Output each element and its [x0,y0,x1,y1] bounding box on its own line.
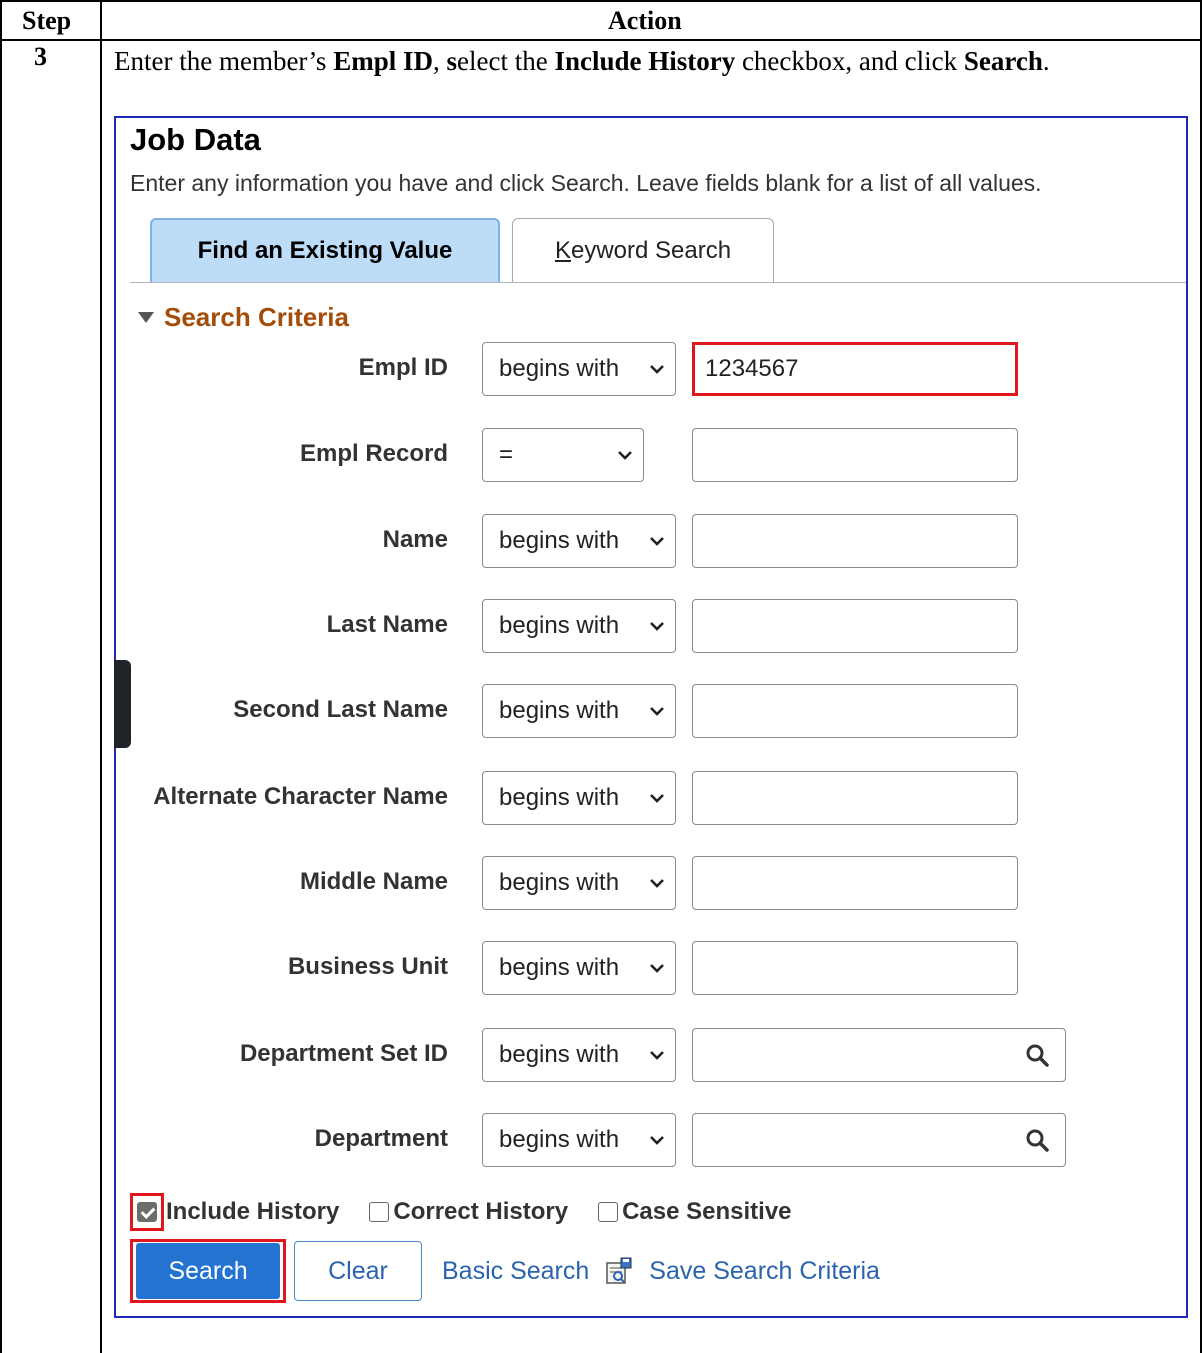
operator-select[interactable]: = [482,428,644,482]
side-panel-handle[interactable] [114,660,131,748]
action-header: Action [608,6,682,35]
case-sensitive-label: Case Sensitive [622,1198,792,1225]
business-unit-input[interactable] [692,941,1018,995]
chevron-down-icon [650,879,664,888]
search-button-highlight: Search [130,1239,286,1303]
operator-select[interactable]: begins with [482,1113,676,1167]
operator-select[interactable]: begins with [482,514,676,568]
field-label: Empl Record [299,440,448,467]
empl-id-input[interactable]: 1234567 [692,342,1018,396]
save-search-criteria-link[interactable]: Save Search Criteria [649,1257,880,1286]
chevron-down-icon [650,622,664,631]
field-row-empl-id: Empl ID begins with 1234567 [116,342,1176,400]
chevron-down-icon [650,964,664,973]
field-label: Department [314,1125,448,1152]
department-set-id-input[interactable] [692,1028,1066,1082]
chevron-down-icon [618,451,632,460]
section-title: Search Criteria [164,302,349,332]
collapse-triangle-icon [138,312,154,323]
field-label: Department Set ID [239,1040,448,1067]
search-icon[interactable] [1025,1043,1049,1067]
middle-name-input[interactable] [692,856,1018,910]
second-last-name-input[interactable] [692,684,1018,738]
tab-divider [130,282,1186,283]
operator-select[interactable]: begins with [482,941,676,995]
include-history-checkbox[interactable] [137,1202,157,1222]
name-input[interactable] [692,514,1018,568]
field-row-department-set-id: Department Set ID begins with [116,1028,1176,1086]
field-row-business-unit: Business Unit begins with [116,941,1176,999]
field-label: Second Last Name [233,696,448,723]
step-header: Step [22,6,72,35]
step-number: 3 [34,42,47,71]
correct-history-label: Correct History [393,1198,569,1225]
operator-select[interactable]: begins with [482,771,676,825]
operator-select[interactable]: begins with [482,684,676,738]
tab-find-existing-value[interactable]: Find an Existing Value [150,218,500,282]
operator-select[interactable]: begins with [482,1028,676,1082]
job-data-screenshot: Job Data Enter any information you have … [114,116,1188,1318]
search-criteria-toggle[interactable]: Search Criteria [138,302,349,333]
chevron-down-icon [650,707,664,716]
search-button[interactable]: Search [136,1243,280,1299]
operator-select[interactable]: begins with [482,599,676,653]
include-history-label: Include History [166,1198,340,1225]
action-bar: Search Clear Basic Search Save Search Cr… [130,1239,880,1303]
page-title: Job Data [130,122,261,157]
search-options: Include History Correct History Case Sen… [130,1192,822,1232]
field-label: Alternate Character Name [153,783,448,810]
step-instruction: Enter the member’s Empl ID, select the I… [114,46,1050,76]
chevron-down-icon [650,365,664,374]
alternate-character-name-input[interactable] [692,771,1018,825]
field-label: Business Unit [287,953,448,980]
include-history-highlight [130,1193,164,1231]
field-row-last-name: Last Name begins with [116,599,1176,657]
chevron-down-icon [650,1051,664,1060]
field-label: Empl ID [358,354,448,381]
department-input[interactable] [692,1113,1066,1167]
search-icon[interactable] [1025,1128,1049,1152]
operator-select[interactable]: begins with [482,342,676,396]
field-row-middle-name: Middle Name begins with [116,856,1176,914]
empl-record-input[interactable] [692,428,1018,482]
field-row-empl-record: Empl Record = [116,428,1176,486]
field-row-second-last-name: Second Last Name begins with [116,684,1176,742]
chevron-down-icon [650,1136,664,1145]
operator-select[interactable]: begins with [482,856,676,910]
correct-history-checkbox[interactable] [369,1202,390,1222]
chevron-down-icon [650,794,664,803]
chevron-down-icon [650,537,664,546]
last-name-input[interactable] [692,599,1018,653]
field-row-name: Name begins with [116,514,1176,572]
clear-button[interactable]: Clear [294,1241,422,1301]
field-row-alternate-character-name: Alternate Character Name begins with [116,771,1176,829]
case-sensitive-checkbox[interactable] [598,1202,619,1222]
field-row-department: Department begins with [116,1113,1176,1171]
field-label: Middle Name [299,868,448,895]
field-label: Last Name [326,611,448,638]
save-search-icon[interactable] [605,1257,633,1285]
field-label: Name [382,526,448,553]
basic-search-link[interactable]: Basic Search [442,1257,589,1286]
page-instructions: Enter any information you have and click… [130,170,1042,196]
tab-keyword-search[interactable]: Keyword Search [512,218,774,282]
